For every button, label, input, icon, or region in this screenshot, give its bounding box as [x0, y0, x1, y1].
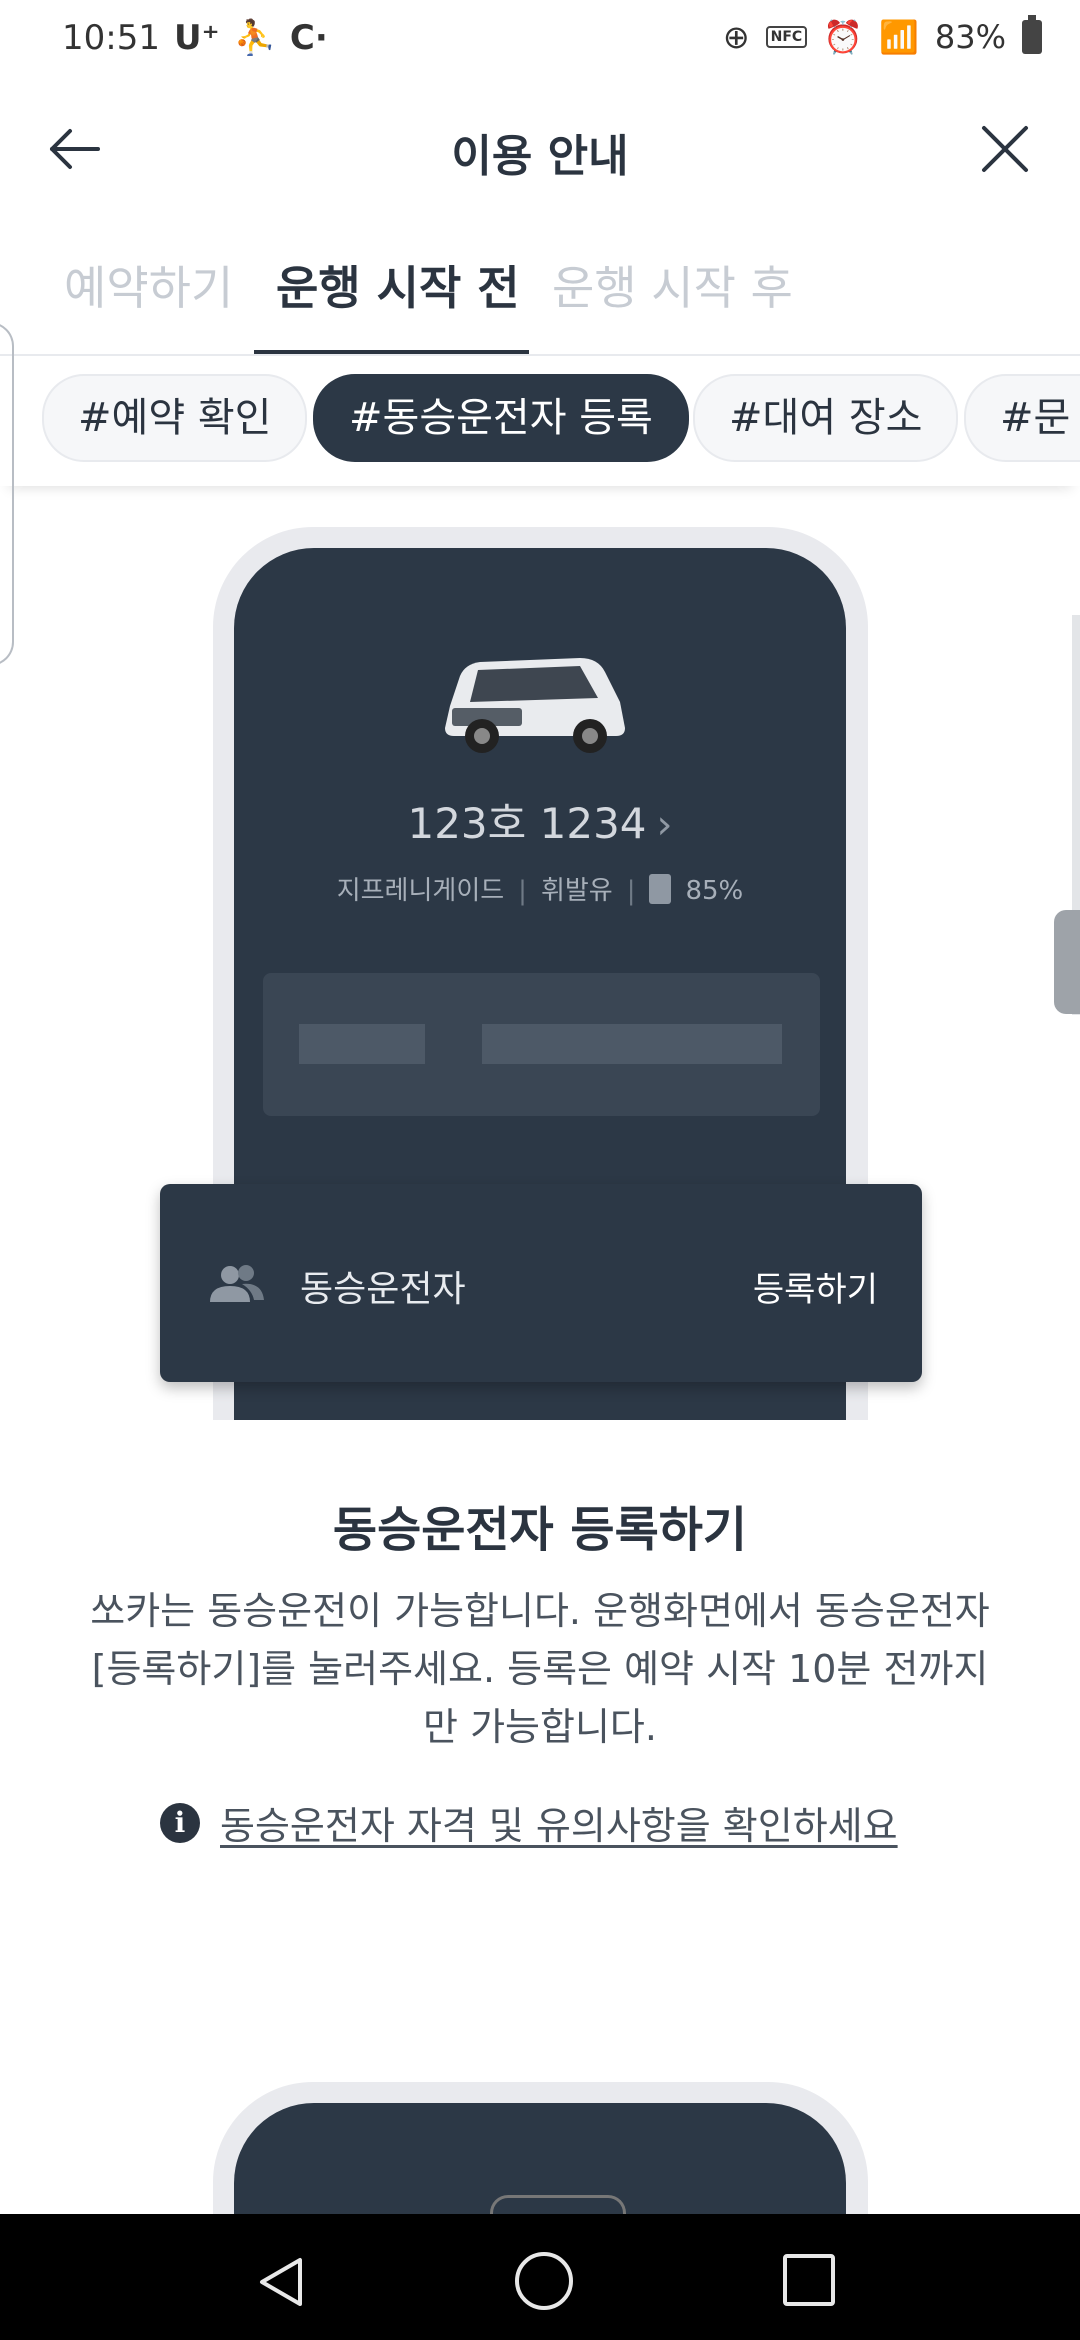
battery-icon: [1022, 15, 1042, 54]
placeholder-bar: [299, 1024, 425, 1064]
co-driver-label: 동승운전자: [300, 1269, 466, 1310]
nfc-icon: NFC: [765, 26, 808, 48]
hashtag-chip-bar[interactable]: #예약 확인 #동승운전자 등록 #대여 장소 #문 열: [0, 356, 1080, 486]
nav-home-icon[interactable]: [515, 2252, 573, 2310]
section-title: 동승운전자 등록하기: [332, 1502, 748, 1558]
status-left: 10:51 U⁺ ⛹ C·: [62, 18, 328, 58]
co-driver-card: 동승운전자 등록하기: [160, 1184, 922, 1382]
wifi-icon: 📶: [879, 18, 919, 56]
fuel-type: 휘발유: [540, 876, 613, 906]
plate-number: 123호 1234: [407, 799, 647, 848]
status-bar: 10:51 U⁺ ⛹ C· ⊕ NFC ⏰ 📶 83%: [0, 0, 1080, 80]
divider: |: [626, 876, 636, 906]
scrollbar-thumb[interactable]: [1054, 910, 1080, 1014]
info-icon: i: [160, 1802, 200, 1843]
notification-icon: ⛹: [233, 18, 276, 58]
edge-panel-handle[interactable]: [0, 322, 14, 666]
placeholder-bar: [482, 1024, 782, 1064]
people-icon: [210, 1265, 264, 1302]
car-model: 지프레니게이드: [336, 876, 505, 906]
alarm-icon: ⏰: [823, 18, 864, 56]
chip-reservation-check[interactable]: #예약 확인: [42, 374, 308, 462]
sync-icon: C·: [289, 18, 328, 58]
tab-after-driving[interactable]: 운행 시작 후: [552, 252, 793, 318]
status-time: 10:51: [62, 18, 160, 58]
page-title: 이용 안내: [451, 131, 629, 182]
tab-indicator: [254, 350, 529, 354]
data-saver-icon: ⊕: [722, 18, 750, 56]
fuel-level: 85%: [685, 876, 744, 906]
close-icon: [982, 126, 1028, 172]
tab-reservation[interactable]: 예약하기: [64, 252, 233, 318]
car-plate: 123호 1234 ›: [234, 790, 846, 851]
system-nav-bar: [0, 2214, 1080, 2340]
section-description: 쏘카는 동승운전이 가능합니다. 운행화면에서 동승운전자 [등록하기]를 눌러…: [90, 1589, 990, 1749]
status-right: ⊕ NFC ⏰ 📶 83%: [722, 15, 1042, 56]
divider: |: [518, 876, 527, 906]
close-button[interactable]: [970, 114, 1040, 184]
notice-row[interactable]: i 동승운전자 자격 및 유의사항을 확인하세요: [160, 1795, 898, 1850]
co-driver-qualification-link[interactable]: 동승운전자 자격 및 유의사항을 확인하세요: [220, 1795, 898, 1850]
chip-rental-location[interactable]: #대여 장소: [693, 374, 959, 462]
chip-door-open[interactable]: #문 열: [964, 374, 1080, 462]
car-info: 지프레니게이드 | 휘발유 | 85%: [234, 870, 846, 907]
carrier-icon: U⁺: [173, 18, 220, 58]
battery-percent: 83%: [934, 18, 1006, 56]
header: 이용 안내: [0, 90, 1080, 210]
chevron-right-icon: ›: [656, 802, 673, 848]
nav-recents-icon[interactable]: [783, 2254, 835, 2306]
fuel-icon: [649, 873, 672, 904]
register-button: 등록하기: [752, 1270, 878, 1310]
nav-back-icon[interactable]: [252, 2252, 312, 2312]
tab-before-driving[interactable]: 운행 시작 전: [276, 252, 520, 318]
chip-co-driver-registration[interactable]: #동승운전자 등록: [313, 374, 689, 462]
car-image: [445, 658, 625, 753]
tab-bar: 예약하기 운행 시작 전 운행 시작 후: [0, 240, 1080, 356]
